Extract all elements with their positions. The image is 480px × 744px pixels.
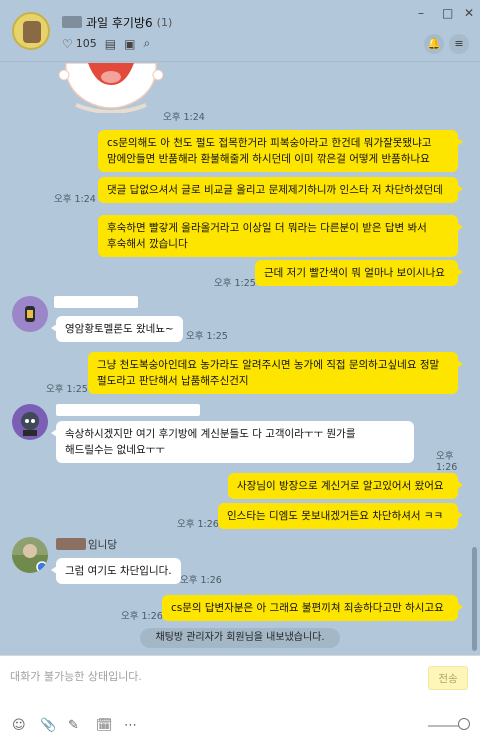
album-icon[interactable]: ▣ [124, 37, 135, 51]
avatar[interactable] [12, 537, 48, 573]
room-meta: ♡ 105 ▤ ▣ ⌕ [62, 36, 150, 51]
my-message[interactable]: 사장님이 방장으로 계신거로 알고있어서 왔어요 [228, 473, 463, 499]
message-time: 오후 1:26 [436, 451, 458, 473]
menu-icon[interactable]: ≡ [449, 34, 469, 54]
message-time: 오후 1:25 [214, 278, 256, 289]
message-time: 오후 1:26 [177, 519, 219, 530]
message-time: 오후 1:24 [163, 112, 205, 123]
avatar[interactable] [12, 296, 48, 332]
zoom-slider-knob[interactable] [458, 718, 470, 730]
chat-header: 과일 후기방6 (1) ♡ 105 ▤ ▣ ⌕ – □ ✕ 🔔 ≡ [0, 0, 480, 62]
calendar-icon[interactable]: 🗓 [96, 718, 113, 733]
my-message[interactable]: 댓글 답없으셔서 글로 비교글 올리고 문제제기하니까 인스타 저 차단하셨던데 [98, 177, 463, 203]
my-message[interactable]: 후숙하면 빨갛게 올라올거라고 이상일 더 뭐라는 다른분이 받은 답변 봐서 … [98, 215, 463, 257]
redacted-name [56, 404, 200, 416]
other-message[interactable]: 속상하시겠지만 여기 후기방에 계신분들도 다 고객이라ㅜㅜ 뭔가를 해드릴수는… [51, 421, 414, 463]
maximize-icon[interactable]: □ [442, 6, 453, 20]
my-message[interactable]: 근데 저기 빨간색이 뭐 얼마나 보이시나요 [255, 260, 463, 286]
message-time: 오후 1:26 [121, 611, 163, 622]
other-message[interactable]: 영암황토멜론도 왔네뇨~ [51, 316, 183, 342]
likes[interactable]: ♡ 105 [62, 37, 97, 51]
my-message[interactable]: cs문의해도 아 천도 펄도 접목한거라 피복숭아라고 한건데 뭐가잘못됐냐고 … [98, 130, 463, 172]
sender-name: 임니당 [88, 539, 117, 551]
message-input-area: 대화가 불가능한 상태입니다. 전송 ☺ 📎 ✎ 🗓 ⋯ [0, 655, 480, 744]
emoji-icon[interactable]: ☺ [12, 718, 26, 733]
member-count: (1) [156, 15, 173, 29]
room-title: 과일 후기방6 [86, 15, 153, 30]
bell-icon[interactable]: 🔔 [424, 34, 444, 54]
my-message[interactable]: 인스타는 디엠도 못보내겠거든요 차단하셔서 ㅋㅋ [218, 503, 463, 529]
room-title-area: 과일 후기방6 (1) [62, 13, 172, 31]
redacted-name [54, 296, 138, 308]
heart-icon: ♡ [62, 36, 73, 51]
attach-icon[interactable]: 📎 [40, 718, 56, 733]
more-icon[interactable]: ⋯ [124, 718, 137, 733]
scroll-thumb[interactable] [472, 547, 477, 651]
chat-scrollbar[interactable] [470, 63, 480, 655]
chat-area: 오후 1:24 cs문의해도 아 천도 펄도 접목한거라 피복숭아라고 한건데 … [0, 63, 470, 655]
character-sticker [58, 63, 164, 113]
my-message[interactable]: 그냥 천도복숭아인데요 농가라도 알려주시면 농가에 직접 문의하고싶네요 정말… [88, 352, 463, 394]
pen-icon[interactable]: ✎ [68, 718, 79, 733]
message-time: 오후 1:24 [54, 194, 96, 205]
message-input[interactable]: 대화가 불가능한 상태입니다. [10, 668, 142, 684]
message-time: 오후 1:25 [46, 384, 88, 395]
system-notice: 채팅방 관리자가 회원님을 내보냈습니다. [140, 628, 340, 648]
search-icon[interactable]: ⌕ [143, 36, 150, 51]
message-time: 오후 1:26 [180, 575, 222, 586]
other-message[interactable]: 그럼 여기도 차단입니다. [51, 558, 181, 584]
minimize-icon[interactable]: – [418, 6, 424, 20]
close-icon[interactable]: ✕ [464, 6, 474, 20]
room-avatar[interactable] [12, 12, 50, 50]
redacted-name [62, 16, 82, 28]
message-time: 오후 1:25 [186, 331, 228, 342]
avatar[interactable] [12, 404, 48, 440]
likes-count: 105 [75, 37, 97, 50]
send-button[interactable]: 전송 [428, 666, 468, 690]
redacted-name [56, 538, 86, 550]
my-message[interactable]: cs문의 답변자분은 아 그래요 불편끼쳐 죄송하다고만 하시고요 [162, 595, 463, 621]
notes-icon[interactable]: ▤ [105, 37, 116, 51]
